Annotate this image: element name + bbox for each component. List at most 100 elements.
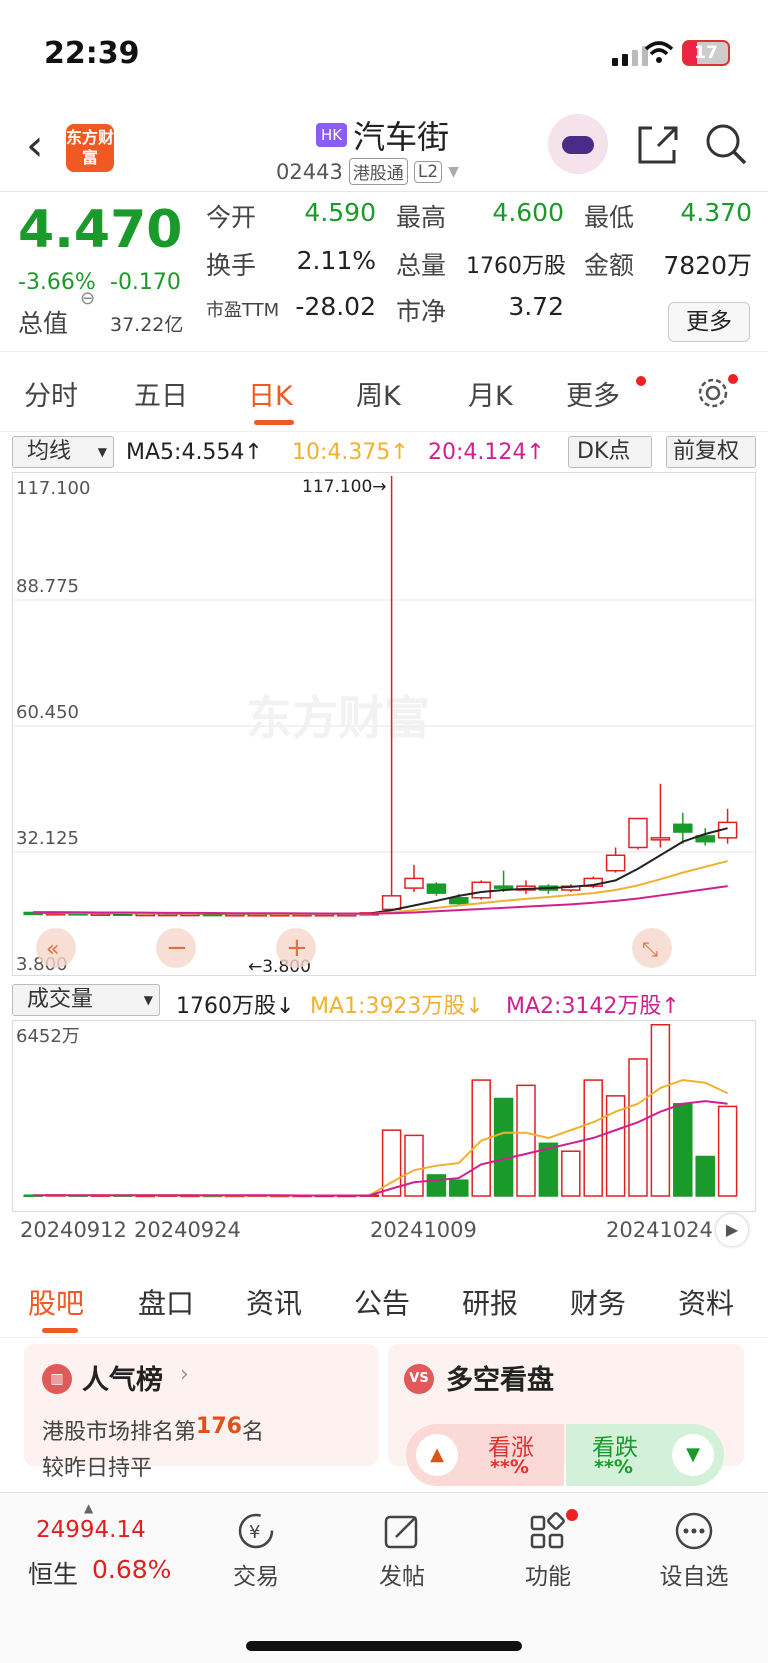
rank-number: 176 [196,1414,242,1439]
candle [628,817,648,850]
tab-financials[interactable]: 财务 [570,1282,626,1322]
period-tabs: 分时 五日 日K 周K 月K 更多 [0,352,768,432]
low-value: 4.370 [680,198,752,227]
trade-button[interactable]: ¥ 交易 [206,1511,306,1591]
bottom-bar: ▲ 24994.14 恒生 0.68% ¥ 交易 发帖 功能 设自选 [0,1492,768,1663]
expand-icon: ⤡ [642,937,658,961]
volume-bar [516,1084,536,1197]
ranking-icon: ▥ [42,1364,72,1394]
stock-name: 汽车街 [353,118,450,156]
tab-intraday[interactable]: 分时 [24,374,78,413]
tab-five-day[interactable]: 五日 [134,374,188,413]
stock-code: 02443 [276,159,343,184]
add-watchlist-label: 设自选 [659,1564,729,1590]
volume-bar [449,1179,469,1197]
volume-max-label: 6452万 [16,1026,80,1047]
chevron-down-icon[interactable]: ▼ [448,164,459,180]
kline-chart[interactable]: 东方财富 117.100 88.775 60.450 32.125 3.800 … [12,472,756,976]
turnover-label: 换手 [206,251,257,280]
pe-label: 市盈TTM [206,300,280,321]
pb-label: 市净 [396,297,447,326]
bullish-button[interactable]: ▲ 看涨 **% [406,1424,564,1486]
index-value[interactable]: 24994.14 [36,1517,146,1543]
rank-line: 港股市场排名第 176 名 [42,1414,264,1446]
high-label: 最高 [396,203,447,232]
low-label: 最低 [584,203,635,232]
section-tabs: 股吧 盘口 资讯 公告 研报 财务 资料 [0,1262,768,1338]
tab-order-book[interactable]: 盘口 [138,1282,194,1322]
popularity-card[interactable]: ▥ 人气榜 › 港股市场排名第 176 名 [24,1344,378,1466]
bullish-value: **% [490,1456,529,1478]
post-button[interactable]: 发帖 [352,1511,452,1591]
info-icon[interactable]: ⊖ [80,288,95,309]
market-cap-label: 总值 [18,309,69,338]
more-button[interactable]: 更多 [668,302,750,342]
stock-subtitle: 02443 港股通 L2 ▼ [276,158,459,185]
indicator-select-label: 均线 [27,439,72,464]
notification-dot [566,1509,578,1521]
back-button[interactable]: ‹ [26,124,44,168]
vol-ma2-value: MA2:3142万股↑ [506,994,680,1019]
watermark: 东方财富 [246,691,430,745]
volume-bar [717,1105,738,1197]
level-tag: L2 [413,160,443,183]
connect-tag: 港股通 [348,158,408,185]
volume-value: 1760万股 [466,254,566,279]
tab-forum[interactable]: 股吧 [28,1282,84,1322]
signal-icon [612,46,648,66]
chevron-right-icon[interactable]: ▶ [716,1214,748,1246]
add-watchlist-button[interactable]: 设自选 [644,1511,744,1591]
y-tick: 60.450 [16,702,79,723]
chevron-right-icon: › [180,1362,189,1387]
tab-daily-k[interactable]: 日K [248,374,293,413]
wifi-icon [644,41,674,63]
volume-bar [561,1150,581,1197]
search-icon[interactable] [704,122,748,166]
dk-point-button[interactable]: DK点 [568,436,652,468]
volume-bar [538,1142,559,1197]
volume-chart[interactable]: 6452万 [12,1020,756,1212]
ma5-value: MA5:4.554↑ [126,440,263,465]
indicator-select[interactable]: 均线 ▼ [12,436,114,468]
double-left-icon: « [46,937,59,962]
bearish-value: **% [594,1456,633,1478]
settings-icon[interactable] [696,376,730,410]
status-bar: 22:39 17 [0,0,768,100]
assistant-avatar-icon[interactable] [548,114,608,174]
tab-weekly-k[interactable]: 周K [356,374,401,413]
app-logo[interactable]: 东方财富 [66,124,114,172]
bearish-button[interactable]: 看跌 **% ▼ [566,1424,724,1486]
clock: 22:39 [44,36,140,71]
tab-news[interactable]: 资讯 [246,1282,302,1322]
rank-text: 港股市场排名第 [42,1420,197,1445]
y-tick: 32.125 [16,828,79,849]
post-label: 发帖 [379,1564,425,1590]
rank-title: 人气榜 [82,1365,163,1396]
market-cap-value: 37.22亿 [110,314,184,336]
up-arrow-icon: ▲ [416,1434,458,1476]
volume-label: 总量 [396,251,447,280]
tab-announcements[interactable]: 公告 [354,1282,410,1322]
candle [426,882,447,896]
tab-research[interactable]: 研报 [462,1282,518,1322]
tab-more[interactable]: 更多 [566,374,620,413]
adjust-button[interactable]: 前复权 [666,436,756,468]
market-badge: HK [316,123,348,147]
index-name[interactable]: 恒生 [28,1555,78,1591]
pe-value: -28.02 [295,292,376,321]
change-amount: -0.170 [110,270,181,295]
tab-monthly-k[interactable]: 月K [468,374,513,413]
functions-button[interactable]: 功能 [498,1509,598,1591]
amount-label: 金额 [584,251,635,280]
share-icon[interactable] [636,122,680,166]
volume-select[interactable]: 成交量 ▼ [12,984,160,1016]
active-tab-underline [254,420,294,425]
index-percent[interactable]: 0.68% [92,1555,171,1584]
edit-icon [384,1515,418,1549]
yen-cycle-icon: ¥ [238,1513,274,1549]
volume-select-label: 成交量 [27,987,94,1012]
more-dots-icon [675,1512,713,1550]
svg-text:¥: ¥ [249,1522,260,1543]
tab-profile[interactable]: 资料 [678,1282,734,1322]
plus-icon: + [286,933,308,963]
